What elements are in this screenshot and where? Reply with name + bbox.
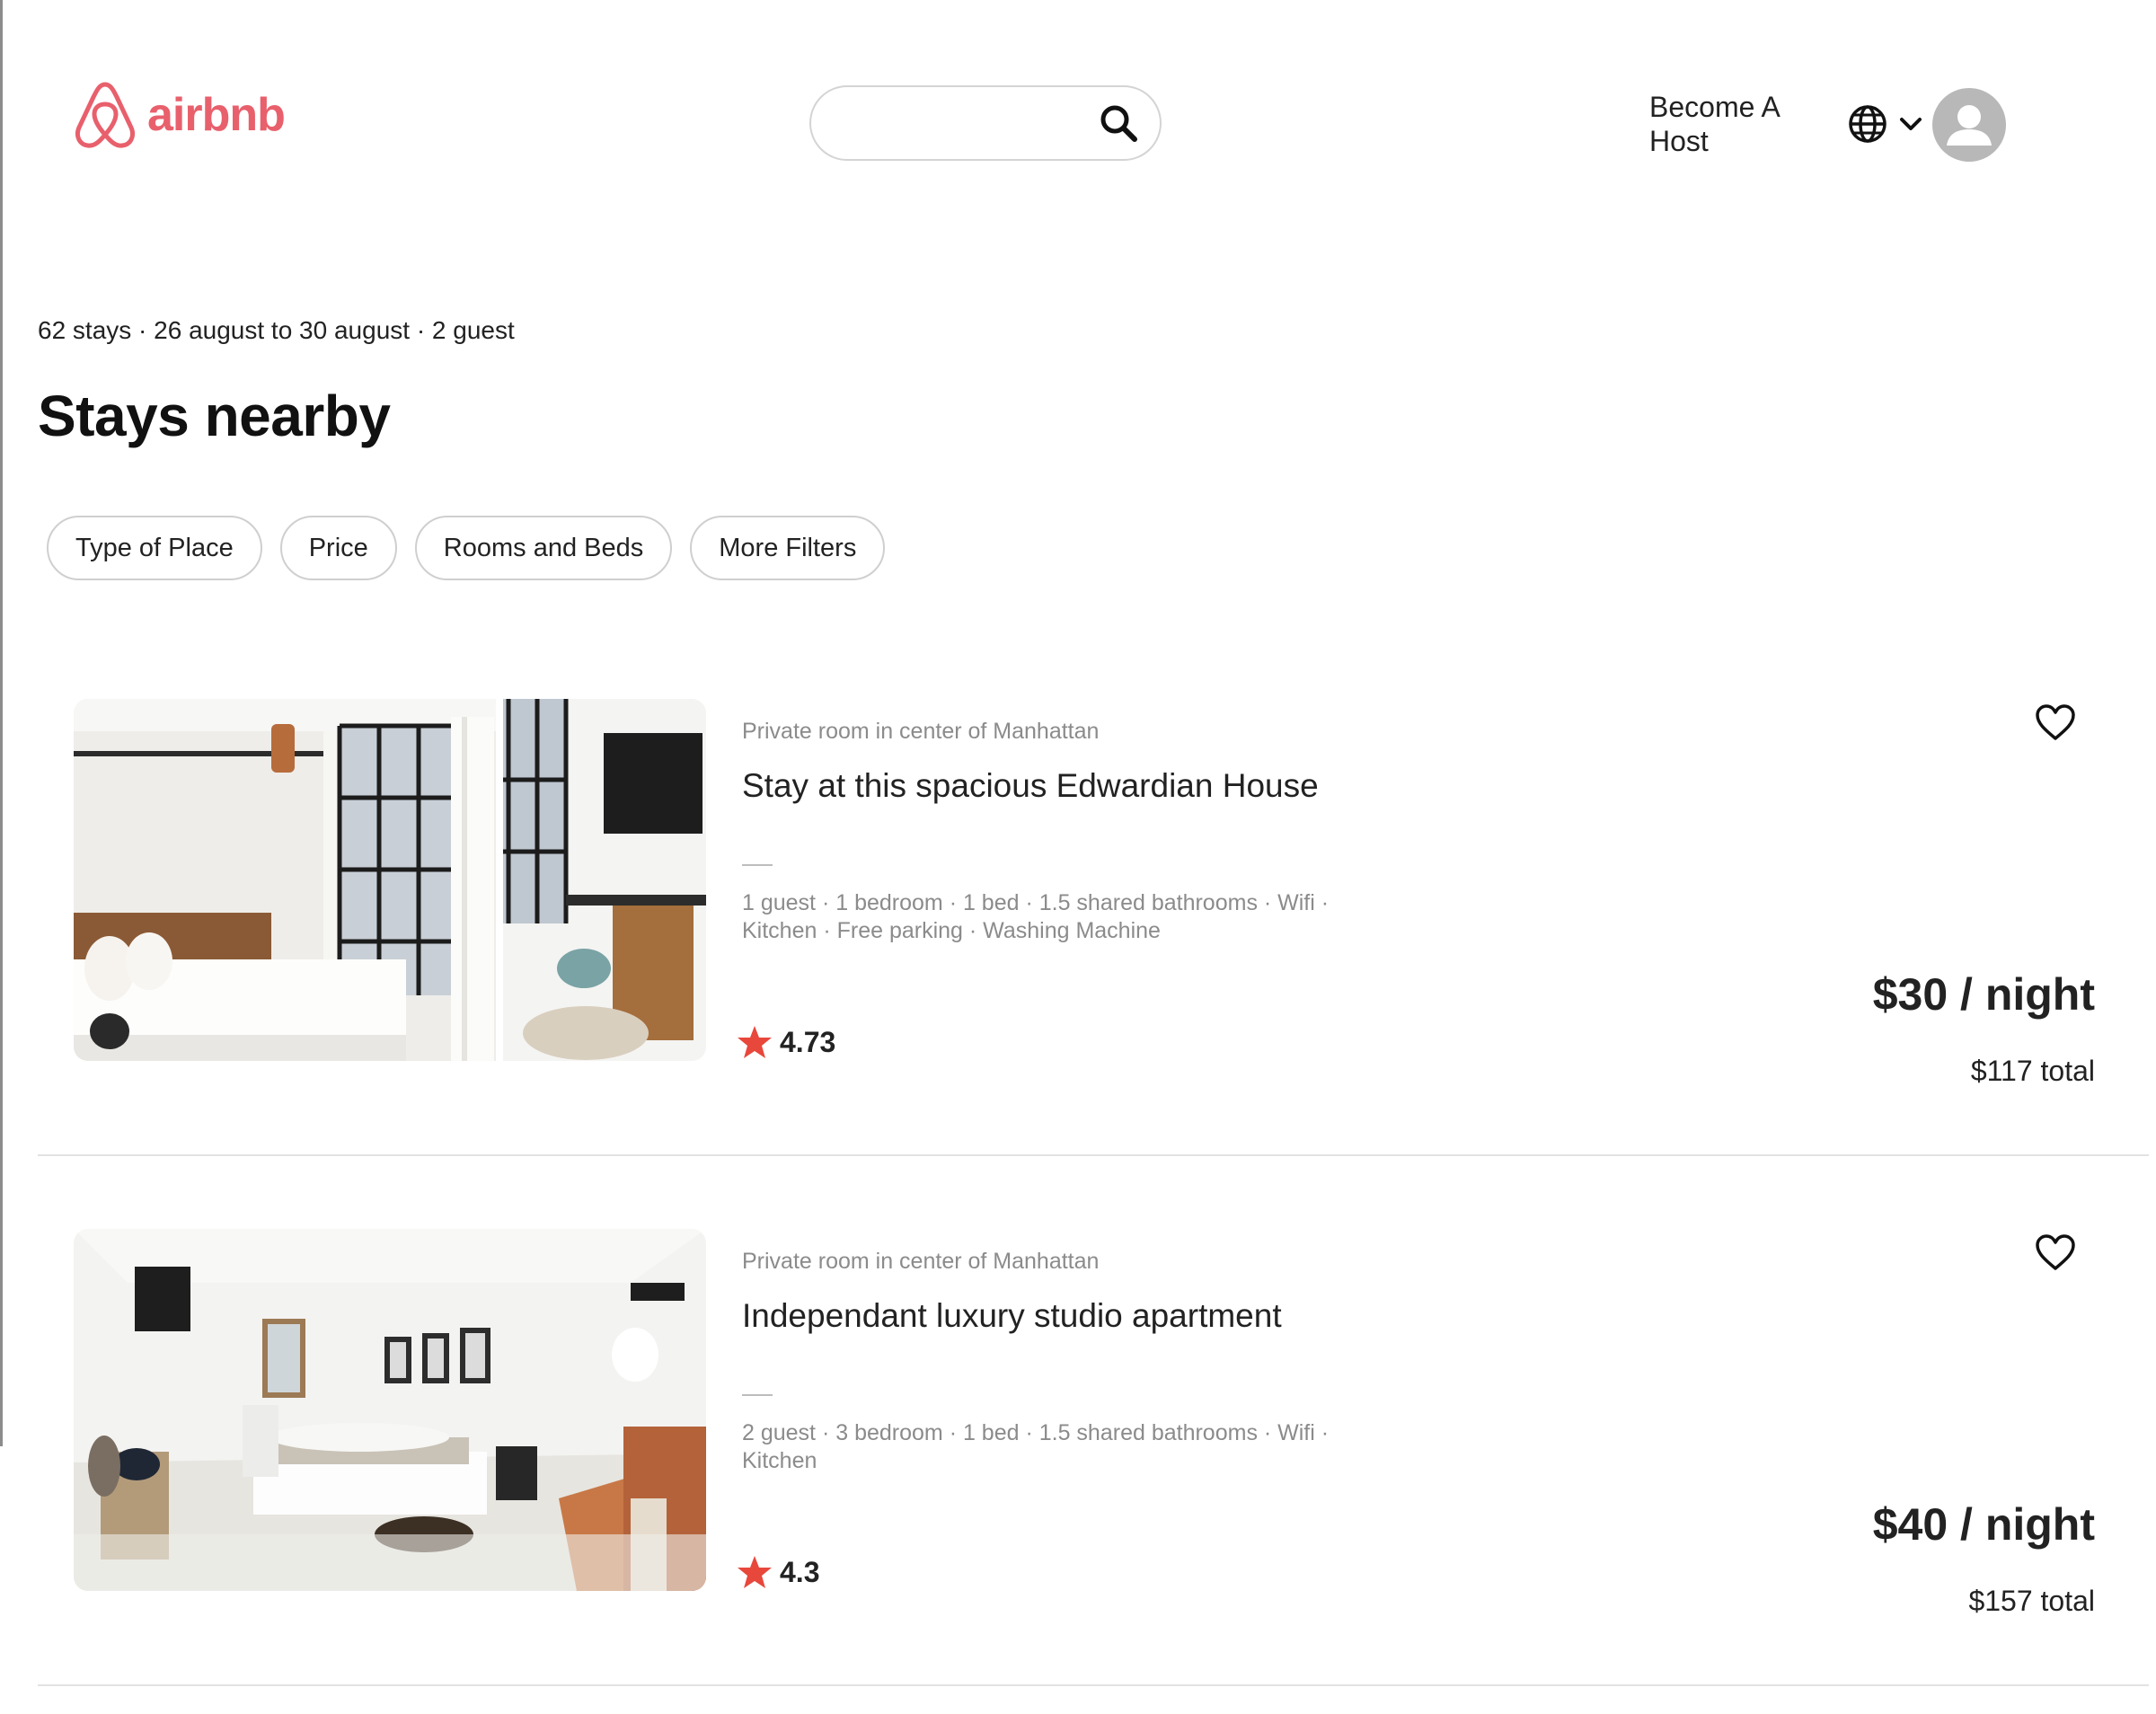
listing-type: Private room in center of Manhattan xyxy=(742,719,1100,744)
listing-card[interactable]: Private room in center of Manhattan Inde… xyxy=(0,1229,2156,1714)
filter-rooms-and-beds[interactable]: Rooms and Beds xyxy=(414,516,673,580)
bedroom-photo-image xyxy=(74,699,706,1061)
listing-amenities: 2 guest · 3 bedroom · 1 bed · 1.5 shared… xyxy=(742,1420,1330,1473)
listing-price: $40 / night xyxy=(1872,1499,2095,1550)
listing-price: $30 / night xyxy=(1872,969,2095,1020)
page-title: Stays nearby xyxy=(38,384,391,448)
listing-rating: 4.3 xyxy=(737,1554,819,1590)
rating-value: 4.3 xyxy=(780,1555,820,1588)
filter-price[interactable]: Price xyxy=(279,516,397,580)
airbnb-logo[interactable]: airbnb xyxy=(72,79,286,151)
listing-photo[interactable] xyxy=(74,1229,706,1591)
listing-total: $117 total xyxy=(1970,1055,2095,1087)
listing-photo[interactable] xyxy=(74,699,706,1061)
rating-value: 4.73 xyxy=(780,1025,836,1058)
listing-card[interactable]: Private room in center of Manhattan Stay… xyxy=(0,699,2156,1184)
search-bar[interactable] xyxy=(809,85,1162,161)
avatar[interactable] xyxy=(1932,88,2006,162)
star-icon xyxy=(738,1026,772,1058)
search-summary: 62 stays · 26 august to 30 august · 2 gu… xyxy=(38,316,515,344)
listing-type: Private room in center of Manhattan xyxy=(742,1249,1100,1274)
chevron-down-icon[interactable] xyxy=(1897,113,1924,135)
listing-total: $157 total xyxy=(1968,1585,2095,1617)
search-icon[interactable] xyxy=(1097,102,1140,145)
listing-rating: 4.73 xyxy=(737,1024,835,1060)
listing-amenities: 1 guest · 1 bedroom · 1 bed · 1.5 shared… xyxy=(742,890,1330,943)
heart-icon[interactable] xyxy=(2034,702,2077,744)
listing-divider xyxy=(742,1394,773,1396)
filter-type-of-place[interactable]: Type of Place xyxy=(47,516,262,580)
become-host-link[interactable]: Become A Host xyxy=(1649,90,1820,158)
user-icon xyxy=(1947,105,1992,146)
brand-name: airbnb xyxy=(147,89,286,141)
filter-bar: Type of Place Price Rooms and Beds More … xyxy=(47,516,903,580)
filter-more-filters[interactable]: More Filters xyxy=(690,516,886,580)
listing-divider xyxy=(742,864,773,866)
globe-icon[interactable] xyxy=(1847,103,1888,145)
airbnb-logo-icon xyxy=(75,82,136,148)
heart-icon[interactable] xyxy=(2034,1232,2077,1274)
studio-photo-image xyxy=(74,1229,706,1591)
listing-title[interactable]: Independant luxury studio apartment xyxy=(742,1297,1282,1335)
listing-title[interactable]: Stay at this spacious Edwardian House xyxy=(742,767,1319,805)
star-icon xyxy=(738,1556,772,1588)
listing-separator xyxy=(38,1684,2149,1686)
listing-separator xyxy=(38,1154,2149,1156)
